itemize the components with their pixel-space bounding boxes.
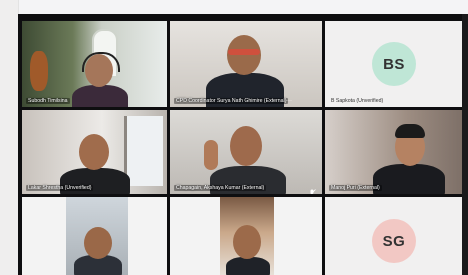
participant-head <box>233 225 261 259</box>
participant-tile-6[interactable]: Manoj Puri (External) <box>325 110 462 194</box>
participant-tile-9[interactable]: SG <box>325 197 462 275</box>
avatar-initials: BS <box>383 55 405 73</box>
avatar-sg: SG <box>372 219 416 263</box>
participant-name-label: B Sapkota (Unverified) <box>331 98 384 104</box>
participant-name-label: Subodh Timilsina <box>26 98 70 104</box>
participant-tile-2[interactable]: CPD Coordinator Surya Nath Ghimire (Exte… <box>170 21 322 107</box>
window-panel <box>124 116 163 186</box>
participant-head <box>84 227 112 259</box>
participant-body <box>226 257 270 275</box>
participant-tile-8[interactable] <box>170 197 322 275</box>
participant-tile-7[interactable] <box>22 197 167 275</box>
participant-tile-1[interactable]: Subodh Timilsina <box>22 21 167 107</box>
participant-body <box>72 85 128 107</box>
hair <box>395 124 425 138</box>
participant-head <box>227 35 261 75</box>
avatar-initials: SG <box>382 232 406 250</box>
participant-head <box>230 126 262 166</box>
participant-tile-5[interactable]: Chapagain, Akshaya Kumar (External) <box>170 110 322 194</box>
raised-hand <box>204 140 218 170</box>
participant-name-label: Manoj Puri (External) <box>329 185 382 191</box>
participant-body <box>373 164 445 194</box>
participant-name-label: Lakar Shrestha (Unverified) <box>26 185 94 191</box>
left-margin <box>0 0 19 275</box>
participant-head <box>79 134 109 170</box>
right-edge <box>462 14 468 275</box>
avatar-bs: BS <box>372 42 416 86</box>
participant-name-label: CPD Coordinator Surya Nath Ghimire (Exte… <box>174 98 289 104</box>
mic-off-icon <box>308 184 316 194</box>
participant-tile-4[interactable]: Lakar Shrestha (Unverified) <box>22 110 167 194</box>
more-options-icon[interactable]: ··· <box>286 98 292 104</box>
participant-tile-3[interactable]: BS B Sapkota (Unverified) <box>325 21 462 107</box>
screen-frame: Subodh Timilsina CPD Coordinator Surya N… <box>0 0 468 275</box>
glasses <box>228 49 260 55</box>
participant-name-label: Chapagain, Akshaya Kumar (External) <box>174 185 267 191</box>
plant <box>30 51 48 91</box>
